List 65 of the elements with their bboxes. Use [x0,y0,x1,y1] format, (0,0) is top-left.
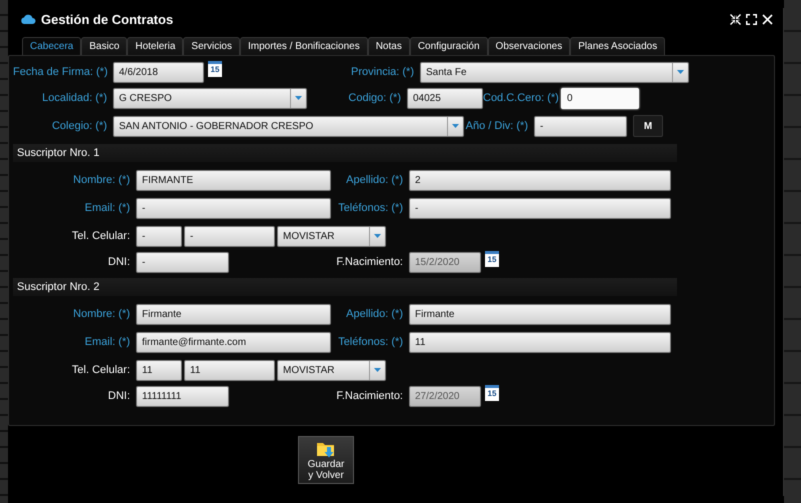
field-label: Año / Div: (*) [464,120,529,132]
input-field[interactable]: 11 [136,360,182,380]
field-label: Teléfonos: (*) [337,336,404,348]
input-field[interactable]: 04025 [407,88,483,108]
m-button[interactable]: M [633,115,663,137]
field-label: Provincia: (*) [350,66,415,78]
input-field[interactable]: firmante@firmante.com [136,332,331,352]
section-header: Suscriptor Nro. 1 [13,144,677,162]
section-header: Suscriptor Nro. 2 [13,278,677,296]
field-label: Cod.C.Cero: (*) [483,92,560,104]
field-label: Tel. Celular: [70,230,131,242]
calendar-icon[interactable]: 15 [208,61,222,77]
input-field[interactable]: 11 [409,332,671,352]
field-label: Fecha de Firma: (*) [13,66,109,78]
field-label: DNI: [107,390,131,402]
field-label: Apellido: (*) [345,174,404,186]
folder-icon [316,440,336,459]
field-label: Localidad: (*) [41,92,108,104]
tab[interactable]: Notas [368,37,410,55]
input-field[interactable]: 11111111 [136,386,229,406]
close-icon[interactable] [762,14,773,24]
date-field[interactable]: 4/6/2018 [113,62,204,82]
input-field[interactable]: FIRMANTE [136,170,331,190]
save-button[interactable]: Guardar y Volver [298,436,354,484]
tab[interactable]: Planes Asociados [570,37,666,55]
dropdown[interactable]: MOVISTAR [277,360,386,380]
input-field[interactable]: 11 [184,360,275,380]
field-label: Apellido: (*) [345,308,404,320]
tab[interactable]: Servicios [183,37,240,55]
tab[interactable]: Importes / Bonificaciones [240,37,368,55]
window-title: Gestión de Contratos [41,12,174,26]
tab[interactable]: Configuración [410,37,488,55]
field-label: F.Nacimiento: [335,390,404,402]
field-label: Colegio: (*) [50,120,108,132]
input-field[interactable]: - [534,116,627,136]
input-field[interactable]: 0 [561,88,639,108]
field-label: Codigo: (*) [347,92,402,104]
expand-icon[interactable] [746,14,757,24]
field-label: Email: (*) [84,202,131,214]
input-field[interactable]: Firmante [409,304,671,324]
field-label: F.Nacimiento: [335,256,404,268]
tab[interactable]: Observaciones [488,37,570,55]
field-label: Teléfonos: (*) [337,202,404,214]
dropdown[interactable]: MOVISTAR [277,226,386,246]
input-field[interactable]: - [409,198,671,218]
tab[interactable]: Hoteleria [127,37,184,55]
cloud-icon [20,13,36,25]
dropdown[interactable]: G CRESPO [113,88,307,108]
field-label: DNI: [107,256,131,268]
field-label: Nombre: (*) [72,174,131,186]
tab[interactable]: Basico [81,37,128,55]
collapse-icon[interactable] [730,14,741,24]
dropdown[interactable]: SAN ANTONIO - GOBERNADOR CRESPO [113,116,464,136]
input-field[interactable]: 2 [409,170,671,190]
input-field[interactable]: - [136,226,182,246]
input-field[interactable]: Firmante [136,304,331,324]
input-field[interactable]: - [184,226,275,246]
field-label: Tel. Celular: [70,364,131,376]
input-field[interactable]: - [136,252,229,272]
field-label: Nombre: (*) [72,308,131,320]
dropdown[interactable]: Santa Fe [420,62,689,82]
tab[interactable]: Cabecera [22,37,82,55]
scrollbar[interactable] [784,0,801,503]
input-field[interactable]: - [136,198,331,218]
field-label: Email: (*) [84,336,131,348]
